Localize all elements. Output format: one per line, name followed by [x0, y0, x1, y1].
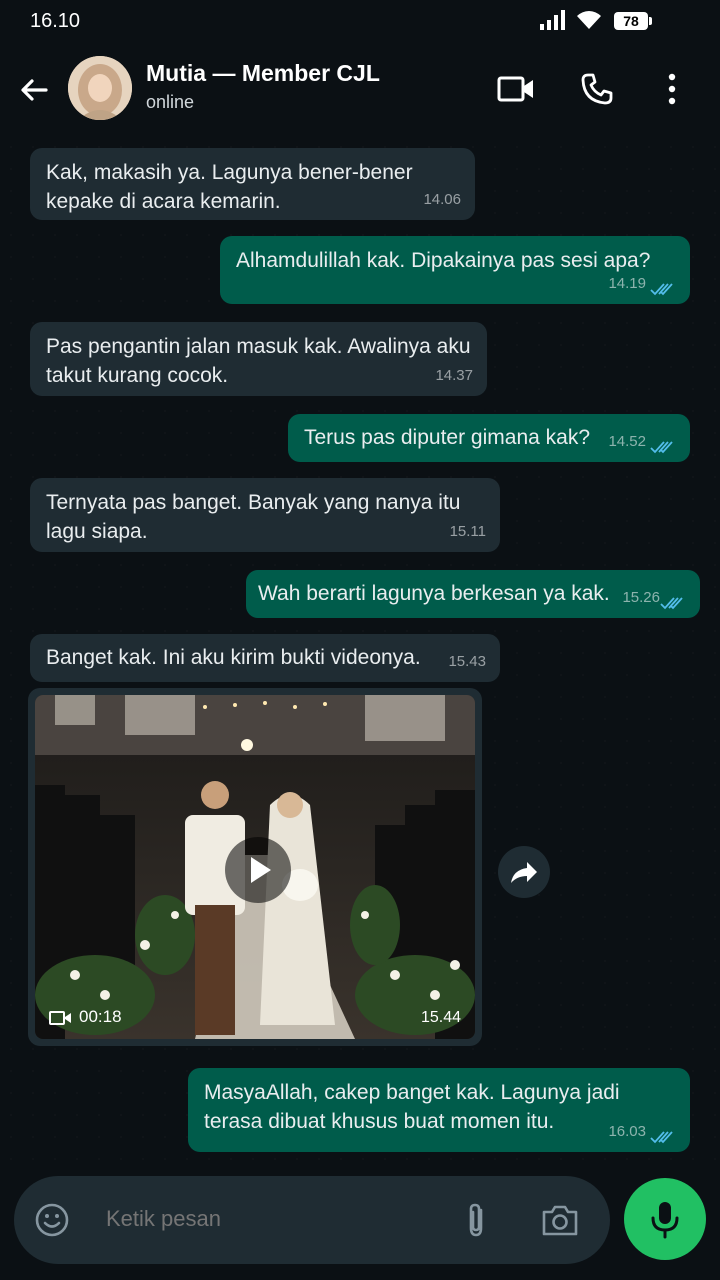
- contact-status: online: [146, 92, 195, 112]
- message-time: 15.11: [449, 523, 486, 540]
- message-incoming[interactable]: Banget kak. Ini aku kirim bukti videonya…: [30, 634, 500, 682]
- read-receipt-icon: [650, 441, 673, 454]
- wifi-icon: [577, 11, 601, 29]
- attach-icon[interactable]: [460, 1200, 492, 1240]
- play-icon: [251, 857, 271, 883]
- more-options-icon[interactable]: [662, 72, 682, 106]
- message-time: 14.52: [608, 433, 646, 450]
- message-text: Wah berarti lagunya berkesan ya kak.: [258, 582, 610, 605]
- video-message[interactable]: 00:18 15.44: [28, 688, 482, 1046]
- message-time: 14.19: [608, 275, 646, 292]
- read-receipt-icon: [660, 597, 683, 610]
- phone-call-icon[interactable]: [580, 72, 614, 106]
- message-time: 14.06: [423, 191, 461, 208]
- status-icons: [540, 10, 602, 30]
- battery-icon: 78: [614, 12, 648, 30]
- message-text: Alhamdulillah kak. Dipakainya pas sesi a…: [236, 249, 651, 272]
- message-input[interactable]: [106, 1206, 436, 1232]
- battery-tip: [649, 17, 652, 25]
- message-text: Banget kak. Ini aku kirim bukti videonya…: [46, 646, 421, 669]
- chat-header: Mutia — Member CJL online: [0, 44, 720, 136]
- message-text: Terus pas diputer gimana kak?: [304, 426, 590, 449]
- emoji-icon[interactable]: [34, 1202, 70, 1238]
- message-outgoing[interactable]: Terus pas diputer gimana kak? 14.52: [288, 414, 690, 462]
- message-text: MasyaAllah, cakep banget kak. Lagunya ja…: [204, 1081, 620, 1133]
- message-time: 15.26: [622, 589, 660, 606]
- message-outgoing[interactable]: MasyaAllah, cakep banget kak. Lagunya ja…: [188, 1068, 690, 1152]
- read-receipt-icon: [650, 1131, 673, 1144]
- video-call-icon[interactable]: [496, 74, 536, 104]
- read-receipt-icon: [650, 283, 673, 296]
- status-time: 16.10: [30, 10, 81, 32]
- contact-name[interactable]: Mutia — Member CJL: [146, 60, 380, 87]
- message-incoming[interactable]: Kak, makasih ya. Lagunya bener-bener kep…: [30, 148, 475, 220]
- avatar[interactable]: [68, 56, 132, 120]
- status-bar: 16.10 78: [0, 0, 720, 44]
- message-time: 15.43: [448, 653, 486, 670]
- signal-icon: [540, 10, 565, 30]
- message-outgoing[interactable]: Alhamdulillah kak. Dipakainya pas sesi a…: [220, 236, 690, 304]
- message-time: 15.44: [420, 1009, 461, 1026]
- mic-button[interactable]: [624, 1178, 706, 1260]
- message-incoming[interactable]: Ternyata pas banget. Banyak yang nanya i…: [30, 478, 500, 552]
- play-button[interactable]: [225, 837, 291, 903]
- camera-icon[interactable]: [540, 1202, 580, 1238]
- message-incoming[interactable]: Pas pengantin jalan masuk kak. Awalinya …: [30, 322, 487, 396]
- message-outgoing[interactable]: Wah berarti lagunya berkesan ya kak. 15.…: [246, 570, 700, 618]
- video-thumbnail[interactable]: 00:18 15.44: [35, 695, 475, 1039]
- back-arrow-icon[interactable]: [18, 74, 50, 106]
- video-camera-icon: [49, 1011, 71, 1025]
- avatar-image: [68, 56, 132, 120]
- forward-icon: [511, 862, 537, 883]
- message-text: Kak, makasih ya. Lagunya bener-bener kep…: [46, 161, 413, 213]
- message-time: 14.37: [435, 367, 473, 384]
- microphone-icon: [651, 1202, 679, 1239]
- message-text: Pas pengantin jalan masuk kak. Awalinya …: [46, 335, 471, 387]
- forward-button[interactable]: [498, 846, 550, 898]
- message-text: Ternyata pas banget. Banyak yang nanya i…: [46, 491, 461, 543]
- video-duration: 00:18: [79, 1007, 122, 1026]
- message-composer: [14, 1176, 610, 1264]
- message-time: 16.03: [608, 1123, 646, 1140]
